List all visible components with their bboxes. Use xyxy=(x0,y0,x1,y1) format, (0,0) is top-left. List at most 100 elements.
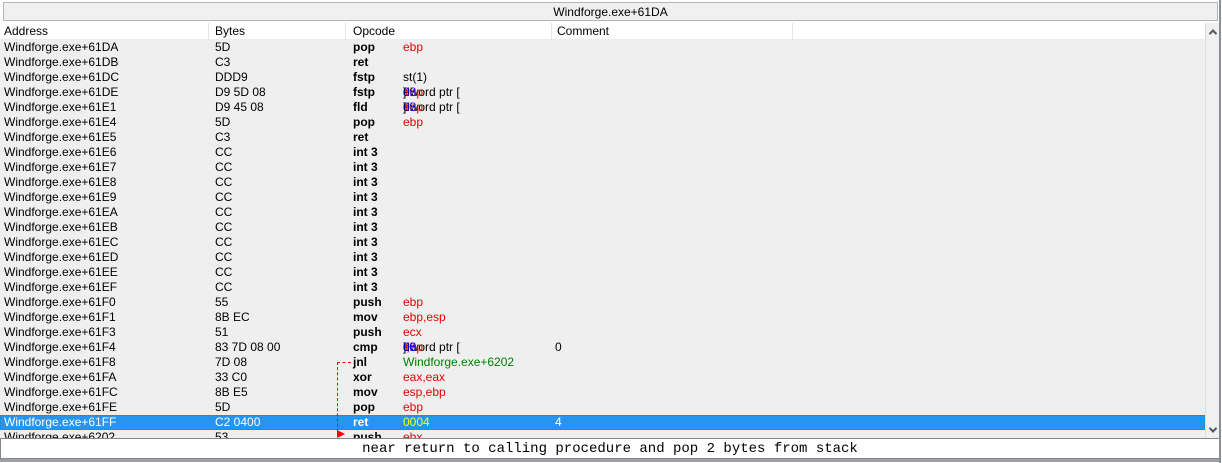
bytes-cell: C3 xyxy=(215,55,230,70)
window-right-edge xyxy=(1219,0,1221,463)
mnemonic-cell: jnl xyxy=(353,355,367,370)
operand-segment: Windforge.exe+6202 xyxy=(403,355,514,370)
instruction-hint-bar: near return to calling procedure and pop… xyxy=(0,438,1220,459)
bytes-cell: CC xyxy=(215,190,232,205)
disasm-row[interactable]: Windforge.exe+61EFCCint 3 xyxy=(0,280,1205,295)
mnemonic-cell: int 3 xyxy=(353,160,378,175)
bytes-cell: 5D xyxy=(215,400,230,415)
bytes-cell: DDD9 xyxy=(215,70,248,85)
address-cell: Windforge.exe+61E6 xyxy=(4,145,116,160)
disasm-row[interactable]: Windforge.exe+61DCDDD9fstpst(1) xyxy=(0,70,1205,85)
bytes-cell: CC xyxy=(215,175,232,190)
comment-cell: 4 xyxy=(555,415,562,430)
address-cell: Windforge.exe+61F3 xyxy=(4,325,116,340)
bytes-cell: CC xyxy=(215,250,232,265)
operand-segment: eax,eax xyxy=(403,370,445,385)
disasm-row[interactable]: Windforge.exe+61F351pushecx xyxy=(0,325,1205,340)
disasm-row[interactable]: Windforge.exe+61DBC3ret xyxy=(0,55,1205,70)
column-header-opcode[interactable]: Opcode xyxy=(353,24,395,38)
mnemonic-cell: mov xyxy=(353,310,378,325)
disasm-row[interactable]: Windforge.exe+61DED9 5D 08fstpdword ptr … xyxy=(0,85,1205,100)
disasm-row[interactable]: Windforge.exe+61E8CCint 3 xyxy=(0,175,1205,190)
bytes-cell: 53 xyxy=(215,430,228,438)
column-separator[interactable] xyxy=(208,23,209,40)
address-cell: Windforge.exe+61DE xyxy=(4,85,118,100)
mnemonic-cell: int 3 xyxy=(353,250,378,265)
disasm-row[interactable]: Windforge.exe+61ECCCint 3 xyxy=(0,235,1205,250)
mnemonic-cell: int 3 xyxy=(353,235,378,250)
mnemonic-cell: int 3 xyxy=(353,220,378,235)
column-header-address[interactable]: Address xyxy=(4,24,48,38)
disasm-row[interactable]: Windforge.exe+61F18B ECmovebp,esp xyxy=(0,310,1205,325)
disasm-row[interactable]: Windforge.exe+61E7CCint 3 xyxy=(0,160,1205,175)
disasm-row[interactable]: Windforge.exe+61E1D9 45 08flddword ptr [… xyxy=(0,100,1205,115)
address-cell: Windforge.exe+61EA xyxy=(4,205,118,220)
mnemonic-cell: push xyxy=(353,295,382,310)
disasm-row[interactable]: Windforge.exe+61EDCCint 3 xyxy=(0,250,1205,265)
chevron-down-icon xyxy=(1209,424,1217,432)
mnemonic-cell: pop xyxy=(353,400,375,415)
mnemonic-cell: int 3 xyxy=(353,280,378,295)
address-cell: Windforge.exe+61FC xyxy=(4,385,118,400)
bytes-cell: CC xyxy=(215,280,232,295)
vertical-scrollbar[interactable] xyxy=(1205,23,1220,438)
column-separator[interactable] xyxy=(345,23,346,40)
column-header-row: Address Bytes Opcode Comment xyxy=(0,23,1205,40)
operand-segment: ebp xyxy=(403,40,423,55)
mnemonic-cell: mov xyxy=(353,385,378,400)
disasm-row[interactable]: Windforge.exe+61FA33 C0xoreax,eax xyxy=(0,370,1205,385)
disasm-row[interactable]: Windforge.exe+61E5C3ret xyxy=(0,130,1205,145)
disasm-row[interactable]: Windforge.exe+61EECCint 3 xyxy=(0,265,1205,280)
address-cell: Windforge.exe+61E4 xyxy=(4,115,116,130)
address-cell: Windforge.exe+61EE xyxy=(4,265,118,280)
operand-segment: ebp xyxy=(403,295,423,310)
disasm-row[interactable]: Windforge.exe+61E45Dpopebp xyxy=(0,115,1205,130)
address-cell: Windforge.exe+61FF xyxy=(4,415,116,430)
bytes-cell: CC xyxy=(215,145,232,160)
address-cell: Windforge.exe+61E8 xyxy=(4,175,116,190)
scroll-down-button[interactable] xyxy=(1206,421,1220,438)
operand-segment: ] xyxy=(403,100,406,115)
address-cell: Windforge.exe+61E1 xyxy=(4,100,116,115)
operand-segment: ecx xyxy=(403,325,422,340)
address-cell: Windforge.exe+61DA xyxy=(4,40,118,55)
disasm-row[interactable]: Windforge.exe+61FE5Dpopebp xyxy=(0,400,1205,415)
column-separator[interactable] xyxy=(792,23,793,40)
address-cell: Windforge.exe+61E7 xyxy=(4,160,116,175)
disasm-row[interactable]: Windforge.exe+61DA5Dpopebp xyxy=(0,40,1205,55)
mnemonic-cell: xor xyxy=(353,370,372,385)
operand-segment: ] xyxy=(403,85,406,100)
panel-title: Windforge.exe+61DA xyxy=(3,2,1218,21)
bytes-cell: C2 0400 xyxy=(215,415,260,430)
disasm-row[interactable]: Windforge.exe+61FC8B E5movesp,ebp xyxy=(0,385,1205,400)
address-cell: Windforge.exe+61DC xyxy=(4,70,119,85)
disasm-row[interactable]: Windforge.exe+61EACCint 3 xyxy=(0,205,1205,220)
disasm-row[interactable]: Windforge.exe+61F483 7D 08 00cmpdword pt… xyxy=(0,340,1205,355)
jump-line xyxy=(337,362,338,437)
address-cell: Windforge.exe+61E9 xyxy=(4,190,116,205)
mnemonic-cell: pop xyxy=(353,115,375,130)
panel-title-text: Windforge.exe+61DA xyxy=(553,5,667,19)
bytes-cell: 33 C0 xyxy=(215,370,247,385)
disasm-row[interactable]: Windforge.exe+61E6CCint 3 xyxy=(0,145,1205,160)
column-separator[interactable] xyxy=(551,23,552,40)
address-cell: Windforge.exe+61F1 xyxy=(4,310,116,325)
disasm-row[interactable]: Windforge.exe+620253pushebx xyxy=(0,430,1205,438)
column-header-comment[interactable]: Comment xyxy=(557,24,609,38)
mnemonic-cell: fstp xyxy=(353,85,375,100)
disasm-row[interactable]: Windforge.exe+61FFC2 0400ret00044 xyxy=(0,415,1205,430)
jump-arrow-icon xyxy=(337,430,345,438)
jump-line-start xyxy=(337,362,351,363)
scroll-up-button[interactable] xyxy=(1206,23,1220,40)
disasm-row[interactable]: Windforge.exe+61F87D 08jnlWindforge.exe+… xyxy=(0,355,1205,370)
disasm-row[interactable]: Windforge.exe+61EBCCint 3 xyxy=(0,220,1205,235)
bytes-cell: 8B EC xyxy=(215,310,250,325)
address-cell: Windforge.exe+61F4 xyxy=(4,340,116,355)
mnemonic-cell: pop xyxy=(353,40,375,55)
disasm-row[interactable]: Windforge.exe+61F055pushebp xyxy=(0,295,1205,310)
address-cell: Windforge.exe+61EB xyxy=(4,220,118,235)
address-cell: Windforge.exe+61DB xyxy=(4,55,118,70)
comment-cell: 0 xyxy=(555,340,562,355)
column-header-bytes[interactable]: Bytes xyxy=(215,24,245,38)
disasm-row[interactable]: Windforge.exe+61E9CCint 3 xyxy=(0,190,1205,205)
